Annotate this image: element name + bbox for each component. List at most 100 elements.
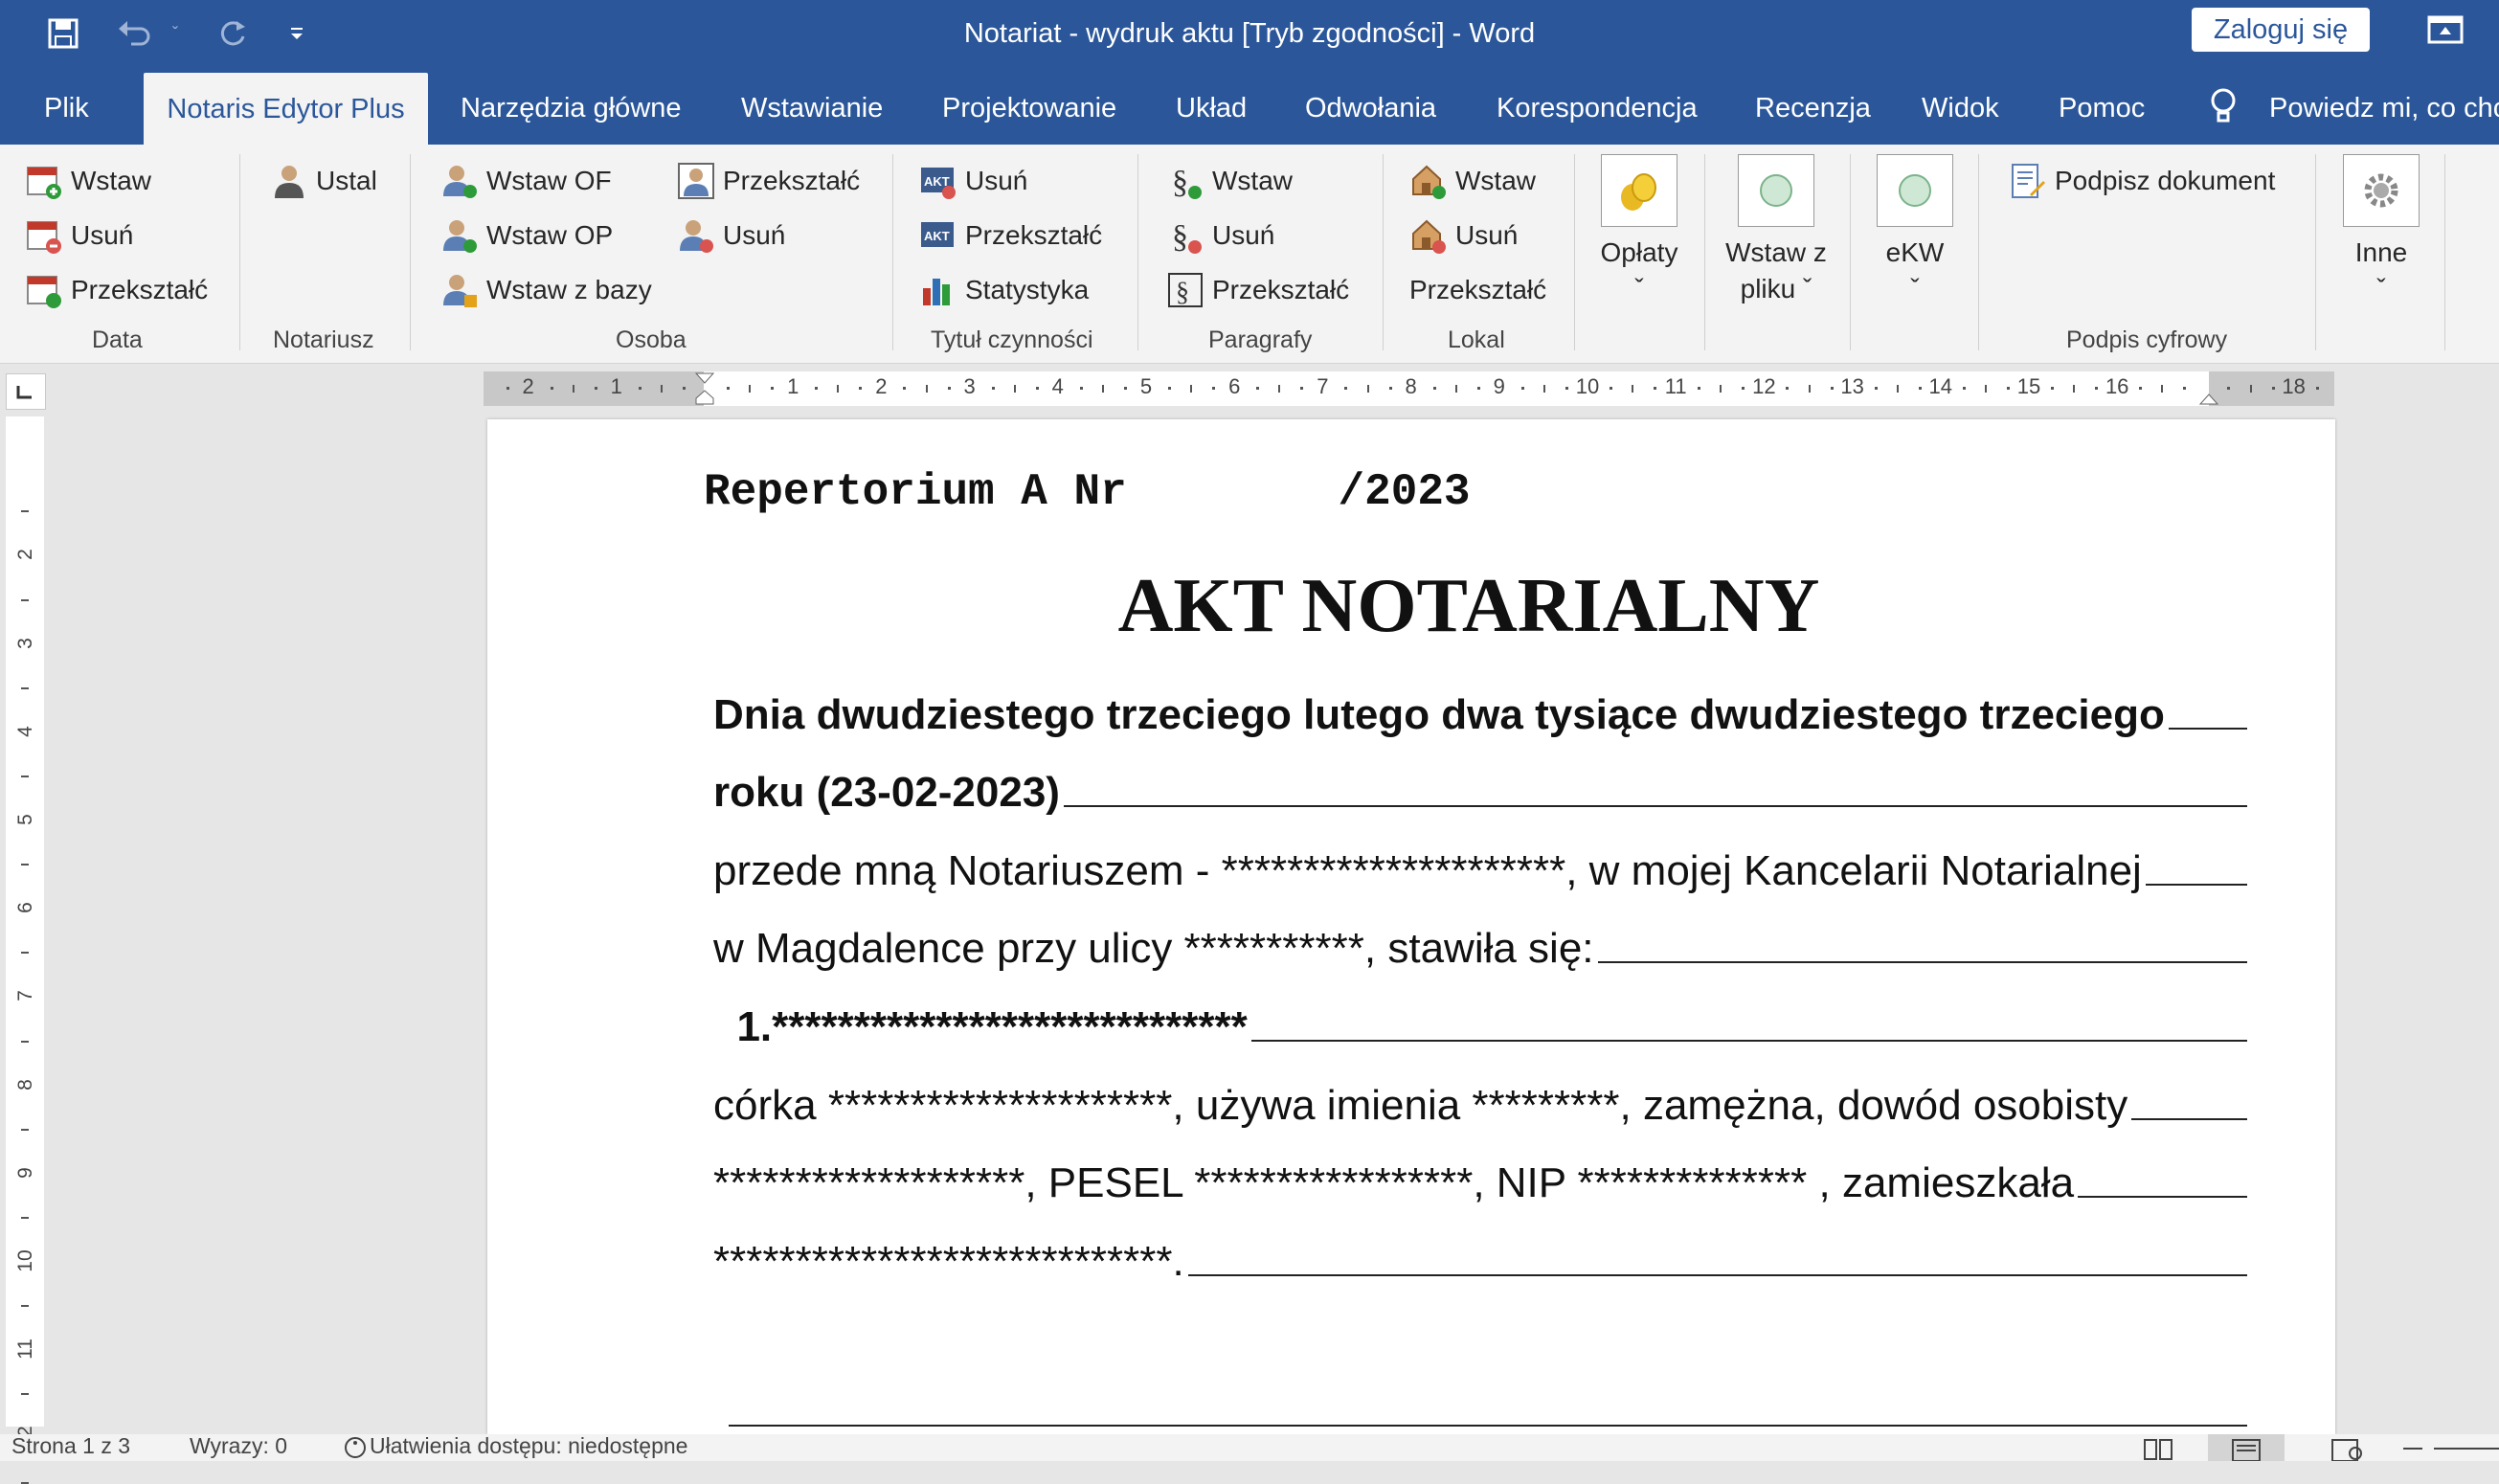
calendar-delete-icon — [25, 216, 63, 255]
undo-icon[interactable] — [111, 10, 159, 57]
tab-plik[interactable]: Plik — [44, 67, 89, 145]
word-count[interactable]: Wyrazy: 0 — [190, 1433, 287, 1459]
tab-uklad[interactable]: Układ — [1176, 67, 1247, 145]
data-usun-button[interactable]: Usuń — [25, 215, 133, 256]
paragrafy-usun-label: Usuń — [1212, 220, 1275, 250]
podpisz-dokument-button[interactable]: Podpisz dokument — [2009, 161, 2275, 201]
insert-from-file-icon — [1738, 154, 1814, 227]
horizontal-ruler[interactable]: 2 1 1 2 3 4 5 6 7 8 9 10 11 12 13 14 15 16 18 — [484, 371, 2334, 406]
vertical-ruler-number: 11 — [14, 1338, 36, 1360]
data-przeksztalc-button[interactable]: Przekształć — [25, 270, 208, 310]
document-title: AKT NOTARIALNY — [1117, 564, 1820, 648]
web-layout-icon[interactable] — [2329, 1434, 2363, 1462]
tytul-przeksztalc-label: Przekształć — [965, 220, 1103, 250]
act-delete-icon: AKT — [919, 162, 957, 200]
paragrafy-usun-button[interactable]: § Usuń — [1166, 215, 1274, 256]
tab-projektowanie[interactable]: Projektowanie — [942, 67, 1116, 145]
osoba-wstaw-of-button[interactable]: Wstaw OF — [440, 161, 612, 201]
print-layout-icon[interactable] — [2208, 1434, 2285, 1462]
wstaw-z-pliku-label: Wstaw z — [1725, 237, 1827, 267]
document-page[interactable]: Repertorium A Nr /2023 AKT NOTARIALNY Dn… — [487, 419, 2335, 1434]
customize-icon[interactable] — [283, 10, 310, 57]
osoba-usun-button[interactable]: Usuń — [677, 215, 785, 256]
group-label-data: Data — [92, 326, 143, 353]
ruler-tick — [1101, 385, 1104, 393]
act-convert-icon: AKT — [919, 216, 957, 255]
zoom-slider[interactable] — [2434, 1448, 2499, 1450]
undo-dropdown-icon[interactable]: ˇ — [165, 10, 186, 57]
tab-narzedzia-glowne[interactable]: Narzędzia główne — [461, 67, 682, 145]
read-mode-icon[interactable] — [2141, 1434, 2175, 1461]
line-filler — [1063, 805, 2247, 807]
first-line-indent-marker[interactable] — [694, 371, 715, 406]
person-add-icon — [440, 216, 479, 255]
ekw-button[interactable]: eKW ˇ — [1871, 154, 1959, 307]
ruler-tick — [1610, 387, 1613, 390]
tytul-statystyka-button[interactable]: Statystyka — [919, 270, 1089, 310]
inne-button[interactable]: Inne ˇ — [2338, 154, 2424, 307]
ruler-tick — [682, 387, 686, 390]
title-bar: ˇ Notariat - wydruk aktu [Tryb zgodności… — [0, 0, 2499, 67]
accessibility-status[interactable]: Ułatwienia dostępu: niedostępne — [341, 1433, 687, 1459]
right-indent-marker[interactable] — [2198, 371, 2219, 406]
ribbon-display-options-icon[interactable] — [2424, 11, 2468, 50]
group-separator — [1574, 154, 1575, 350]
tab-notaris-edytor-plus[interactable]: Notaris Edytor Plus — [144, 73, 428, 145]
wstaw-z-pliku-button[interactable]: Wstaw z pliku ˇ — [1720, 154, 1833, 307]
vertical-ruler-tick — [21, 510, 29, 513]
osoba-przeksztalc-button[interactable]: Przekształć — [677, 161, 860, 201]
tab-pomoc[interactable]: Pomoc — [2059, 67, 2145, 145]
lokal-usun-button[interactable]: Usuń — [1409, 215, 1518, 256]
ruler-tick — [2073, 385, 2076, 393]
paragrafy-przeksztalc-button[interactable]: § Przekształć — [1166, 270, 1349, 310]
coins-icon — [1601, 154, 1677, 227]
group-separator — [892, 154, 893, 350]
save-icon[interactable] — [42, 10, 84, 57]
house-delete-icon — [1409, 216, 1448, 255]
paragrafy-wstaw-button[interactable]: § Wstaw — [1166, 161, 1293, 201]
ruler-tick — [1808, 385, 1811, 393]
vertical-ruler-tick — [21, 686, 29, 689]
group-separator — [2444, 154, 2445, 350]
data-wstaw-button[interactable]: Wstaw — [25, 161, 151, 201]
lokal-wstaw-button[interactable]: Wstaw — [1409, 161, 1536, 201]
lokal-przeksztalc-label: Przekształć — [1409, 275, 1547, 304]
tytul-usun-button[interactable]: AKT Usuń — [919, 161, 1027, 201]
gear-icon — [2343, 154, 2420, 227]
oplaty-label: Opłaty — [1600, 237, 1678, 267]
ruler-tick — [1212, 387, 1216, 390]
redo-icon[interactable] — [209, 10, 257, 57]
ruler-number: 11 — [1664, 374, 1687, 398]
osoba-wstaw-op-button[interactable]: Wstaw OP — [440, 215, 613, 256]
ruler-tick — [1344, 387, 1348, 390]
group-separator — [1850, 154, 1851, 350]
ruler-tick — [749, 385, 752, 393]
osoba-usun-label: Usuń — [723, 220, 786, 250]
para2-line-1-text: córka *********************, używa imien… — [713, 1082, 2128, 1129]
vertical-ruler-tick — [21, 1128, 29, 1131]
item-1-line: 1.***************************** — [713, 1003, 2247, 1051]
tell-me-search[interactable]: Powiedz mi, co chc — [2269, 67, 2499, 145]
login-button[interactable]: Zaloguj się — [2192, 8, 2370, 52]
ruler-tick — [1432, 387, 1436, 390]
vertical-ruler-tick — [21, 1481, 29, 1484]
oplaty-button[interactable]: Opłaty ˇ — [1593, 154, 1685, 307]
chevron-down-icon: ˇ — [1910, 274, 1920, 304]
page-count[interactable]: Strona 1 z 3 — [11, 1433, 130, 1459]
para1-line-1: przede mną Notariuszem - ***************… — [713, 847, 2247, 895]
vertical-ruler[interactable]: 23456789101112 — [6, 416, 44, 1484]
zoom-out-icon[interactable] — [2403, 1448, 2422, 1450]
tab-selector-icon[interactable] — [6, 373, 46, 410]
tab-wstawianie[interactable]: Wstawianie — [741, 67, 883, 145]
osoba-wstaw-z-bazy-button[interactable]: Wstaw z bazy — [440, 270, 652, 310]
tab-widok[interactable]: Widok — [1922, 67, 1999, 145]
tab-recenzja[interactable]: Recenzja — [1755, 67, 1871, 145]
tab-korespondencja[interactable]: Korespondencja — [1497, 67, 1698, 145]
paragrafy-przeksztalc-label: Przekształć — [1212, 275, 1350, 304]
ruler-tick — [1013, 385, 1016, 393]
ruler-tick — [506, 387, 509, 390]
notariusz-ustal-button[interactable]: Ustal — [270, 161, 377, 201]
tab-odwolania[interactable]: Odwołania — [1305, 67, 1436, 145]
lokal-przeksztalc-button[interactable]: Przekształć — [1409, 270, 1546, 310]
tytul-przeksztalc-button[interactable]: AKT Przekształć — [919, 215, 1102, 256]
